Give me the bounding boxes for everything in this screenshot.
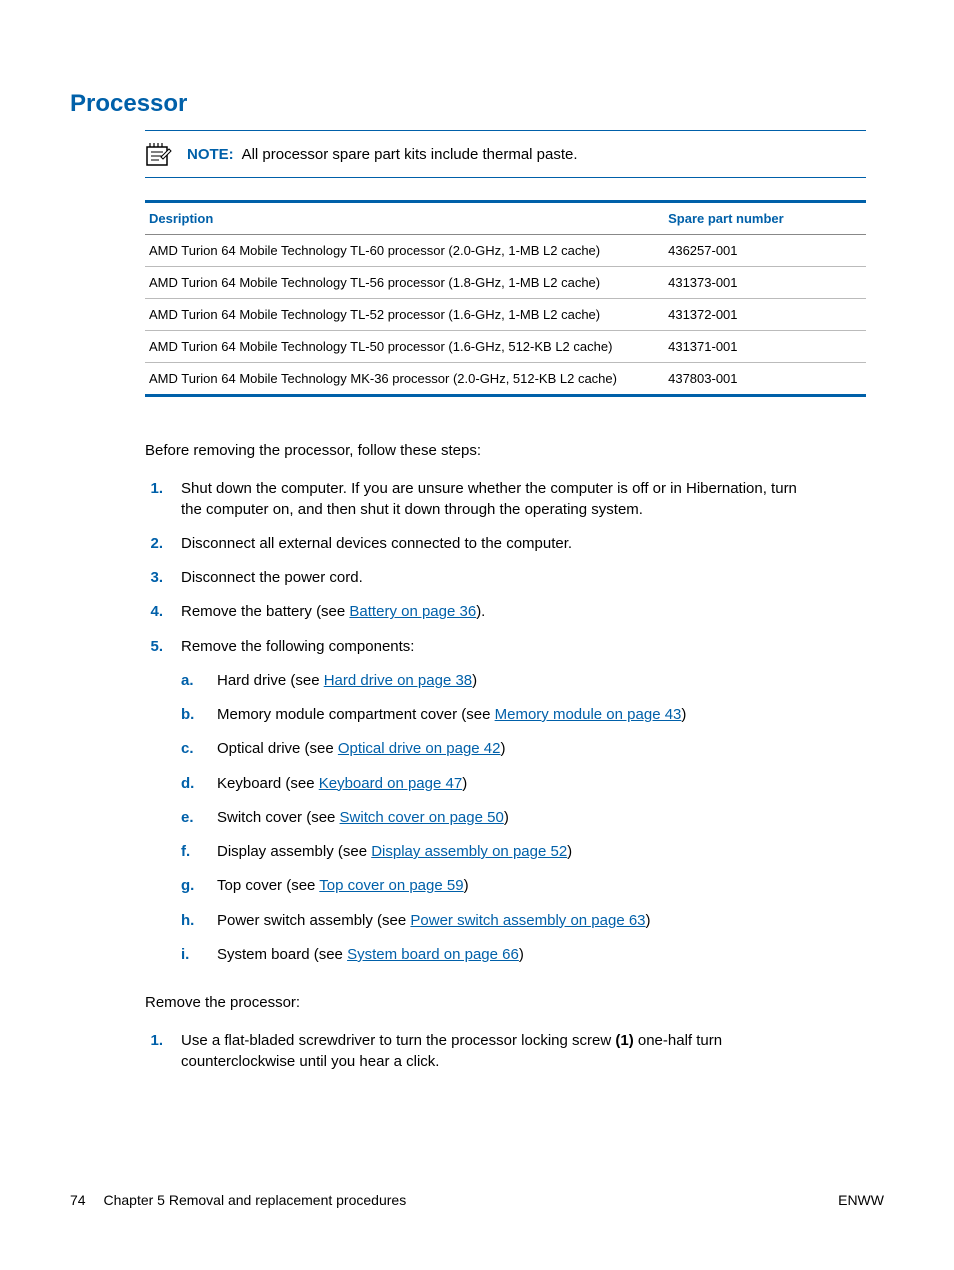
link-display-assembly[interactable]: Display assembly on page 52 xyxy=(371,843,567,860)
note-label: NOTE: xyxy=(187,146,234,163)
cell-spare: 437803-001 xyxy=(664,363,866,396)
list-item: i.System board (see System board on page… xyxy=(181,945,814,965)
list-item: 1. Shut down the computer. If you are un… xyxy=(145,479,814,520)
table-row: AMD Turion 64 Mobile Technology TL-50 pr… xyxy=(145,331,866,363)
list-marker: g. xyxy=(181,876,199,896)
list-body: Shut down the computer. If you are unsur… xyxy=(181,479,814,520)
list-marker: 2. xyxy=(145,534,163,554)
link-hard-drive[interactable]: Hard drive on page 38 xyxy=(324,672,472,689)
callout-bold: (1) xyxy=(615,1032,633,1049)
note-text: All processor spare part kits include th… xyxy=(242,146,578,163)
list-item: h.Power switch assembly (see Power switc… xyxy=(181,911,814,931)
list-body: Remove the following components: a.Hard … xyxy=(181,637,814,980)
cell-desc: AMD Turion 64 Mobile Technology TL-60 pr… xyxy=(145,235,664,267)
link-power-switch-assembly[interactable]: Power switch assembly on page 63 xyxy=(410,912,645,929)
list-item: 4. Remove the battery (see Battery on pa… xyxy=(145,602,814,622)
cell-desc: AMD Turion 64 Mobile Technology TL-50 pr… xyxy=(145,331,664,363)
list-item: b.Memory module compartment cover (see M… xyxy=(181,705,814,725)
link-optical-drive[interactable]: Optical drive on page 42 xyxy=(338,740,501,757)
list-body: Use a flat-bladed screwdriver to turn th… xyxy=(181,1031,814,1072)
list-item: f.Display assembly (see Display assembly… xyxy=(181,842,814,862)
link-battery[interactable]: Battery on page 36 xyxy=(349,603,476,620)
list-marker: 1. xyxy=(145,479,163,520)
list-body: Remove the battery (see Battery on page … xyxy=(181,602,814,622)
cell-spare: 431372-001 xyxy=(664,299,866,331)
table-row: AMD Turion 64 Mobile Technology MK-36 pr… xyxy=(145,363,866,396)
cell-spare: 431373-001 xyxy=(664,267,866,299)
list-marker: e. xyxy=(181,808,199,828)
list-item: 5. Remove the following components: a.Ha… xyxy=(145,637,814,980)
list-marker: 3. xyxy=(145,568,163,588)
table-header-spare: Spare part number xyxy=(664,202,866,235)
link-system-board[interactable]: System board on page 66 xyxy=(347,946,519,963)
link-memory-module[interactable]: Memory module on page 43 xyxy=(495,706,682,723)
list-item: g.Top cover (see Top cover on page 59) xyxy=(181,876,814,896)
list-marker: f. xyxy=(181,842,199,862)
list-marker: c. xyxy=(181,739,199,759)
list-item: 2. Disconnect all external devices conne… xyxy=(145,534,814,554)
list-marker: a. xyxy=(181,671,199,691)
list-marker: 5. xyxy=(145,637,163,980)
list-item: c.Optical drive (see Optical drive on pa… xyxy=(181,739,814,759)
cell-desc: AMD Turion 64 Mobile Technology MK-36 pr… xyxy=(145,363,664,396)
link-keyboard[interactable]: Keyboard on page 47 xyxy=(319,775,462,792)
chapter-title: Chapter 5 Removal and replacement proced… xyxy=(103,1192,406,1208)
remove-heading: Remove the processor: xyxy=(145,993,814,1013)
link-switch-cover[interactable]: Switch cover on page 50 xyxy=(340,809,504,826)
list-item: e.Switch cover (see Switch cover on page… xyxy=(181,808,814,828)
note-icon xyxy=(145,141,173,167)
link-top-cover[interactable]: Top cover on page 59 xyxy=(319,877,463,894)
list-item: 1. Use a flat-bladed screwdriver to turn… xyxy=(145,1031,814,1072)
spare-parts-table: Desription Spare part number AMD Turion … xyxy=(145,200,866,397)
steps-list-1: 1. Shut down the computer. If you are un… xyxy=(145,479,814,979)
note-block: NOTE: All processor spare part kits incl… xyxy=(145,130,866,178)
section-title: Processor xyxy=(70,90,884,118)
table-header-description: Desription xyxy=(145,202,664,235)
footer-right: ENWW xyxy=(838,1192,884,1208)
table-row: AMD Turion 64 Mobile Technology TL-52 pr… xyxy=(145,299,866,331)
table-row: AMD Turion 64 Mobile Technology TL-60 pr… xyxy=(145,235,866,267)
steps-list-2: 1. Use a flat-bladed screwdriver to turn… xyxy=(145,1031,814,1072)
list-marker: 4. xyxy=(145,602,163,622)
cell-desc: AMD Turion 64 Mobile Technology TL-52 pr… xyxy=(145,299,664,331)
cell-spare: 436257-001 xyxy=(664,235,866,267)
list-marker: i. xyxy=(181,945,199,965)
cell-desc: AMD Turion 64 Mobile Technology TL-56 pr… xyxy=(145,267,664,299)
sub-steps-list: a.Hard drive (see Hard drive on page 38)… xyxy=(181,671,814,965)
list-item: d.Keyboard (see Keyboard on page 47) xyxy=(181,774,814,794)
list-body: Disconnect the power cord. xyxy=(181,568,814,588)
list-marker: h. xyxy=(181,911,199,931)
list-item: a.Hard drive (see Hard drive on page 38) xyxy=(181,671,814,691)
page-footer: 74 Chapter 5 Removal and replacement pro… xyxy=(70,1192,884,1208)
intro-text: Before removing the processor, follow th… xyxy=(145,441,814,461)
page-number: 74 xyxy=(70,1192,86,1208)
list-body: Disconnect all external devices connecte… xyxy=(181,534,814,554)
list-marker: b. xyxy=(181,705,199,725)
list-item: 3. Disconnect the power cord. xyxy=(145,568,814,588)
list-marker: 1. xyxy=(145,1031,163,1072)
list-marker: d. xyxy=(181,774,199,794)
table-row: AMD Turion 64 Mobile Technology TL-56 pr… xyxy=(145,267,866,299)
cell-spare: 431371-001 xyxy=(664,331,866,363)
